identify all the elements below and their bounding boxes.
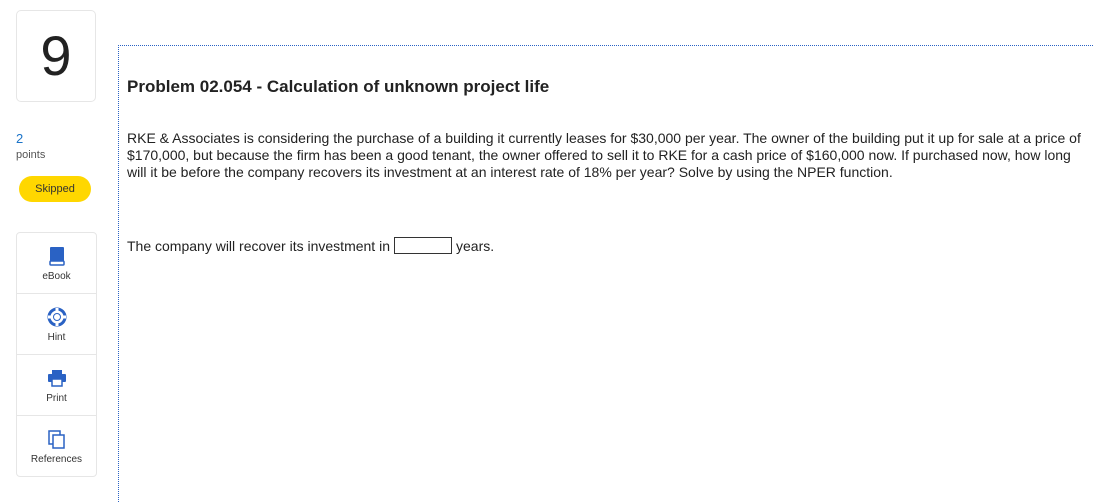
question-content: Problem 02.054 - Calculation of unknown … xyxy=(118,45,1093,502)
printer-icon xyxy=(47,367,67,389)
references-button[interactable]: References xyxy=(17,416,96,477)
lifebuoy-icon xyxy=(47,306,67,328)
tool-label-ebook: eBook xyxy=(42,270,71,282)
answer-suffix: years. xyxy=(456,237,495,254)
tool-label-references: References xyxy=(30,454,83,465)
status-badge: Skipped xyxy=(19,176,91,202)
question-number: 9 xyxy=(40,24,72,87)
points-value: 2 xyxy=(16,131,24,146)
answer-input[interactable] xyxy=(394,237,452,254)
points-label: points xyxy=(16,149,46,161)
tools-panel: eBook Hint Print References xyxy=(16,232,97,477)
answer-prefix: The company will recover its investment … xyxy=(127,237,390,254)
problem-title: Problem 02.054 - Calculation of unknown … xyxy=(127,77,550,96)
answer-line: The company will recover its investment … xyxy=(127,237,494,254)
copy-icon xyxy=(47,428,67,450)
tool-label-print: Print xyxy=(46,392,67,404)
ebook-button[interactable]: eBook xyxy=(17,233,96,294)
question-number-box: 9 xyxy=(16,10,96,102)
problem-text: RKE & Associates is considering the purc… xyxy=(127,130,1081,180)
hint-button[interactable]: Hint xyxy=(17,294,96,355)
print-button[interactable]: Print xyxy=(17,355,96,416)
book-icon xyxy=(48,245,65,267)
tool-label-hint: Hint xyxy=(47,331,66,343)
